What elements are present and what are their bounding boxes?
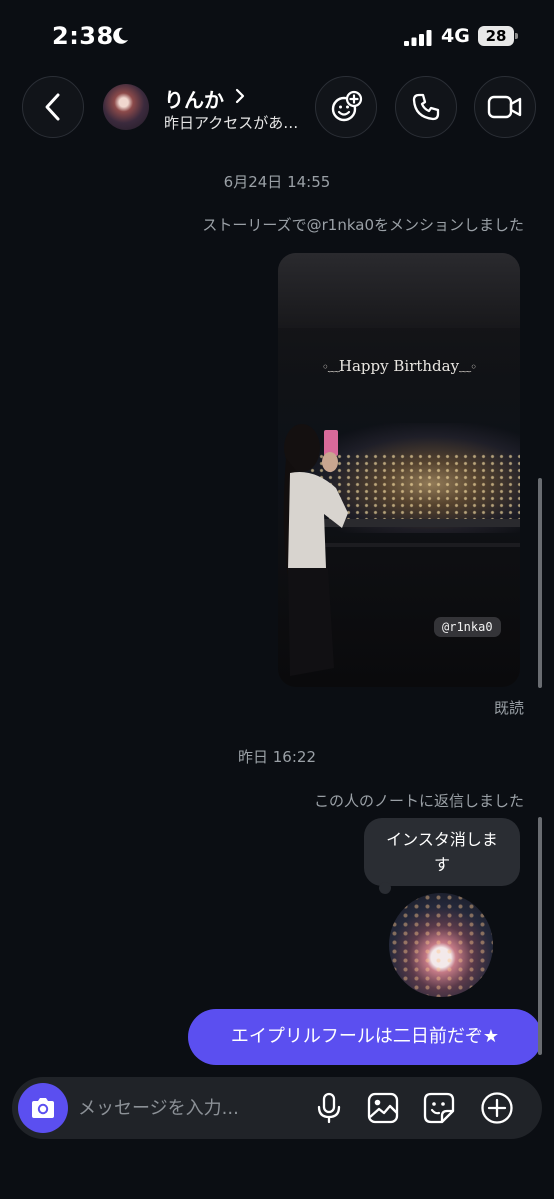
contact-activity-status: 昨日アクセスがあ… [164,114,299,132]
plus-icon [481,1092,513,1124]
chat-header: りんか 昨日アクセスがあ… [0,72,554,144]
note-avatar[interactable] [389,893,493,997]
gallery-icon [367,1092,399,1124]
gallery-button[interactable] [366,1091,400,1125]
back-button[interactable] [22,76,84,138]
story-caption: ◦﹏Happy Birthday﹏◦ [321,357,477,375]
battery-indicator: 28 [478,26,518,46]
message-input[interactable] [78,1077,298,1139]
camera-button[interactable] [18,1083,68,1133]
status-bar: 2:38 4G 28 [0,0,554,70]
date-separator-2: 昨日 16:22 [238,748,316,766]
chevron-right-icon[interactable] [234,87,246,105]
contact-avatar[interactable] [103,84,149,130]
note-bubble[interactable]: インスタ消しま す [364,818,520,886]
video-icon [487,95,522,119]
status-time: 2:38 [52,22,114,50]
mic-icon [317,1092,341,1124]
video-call-button[interactable] [474,76,536,138]
phone-icon [412,93,440,121]
signal-icon [404,30,432,46]
story-preview[interactable]: ◦﹏Happy Birthday﹏◦ @r1nka0 [278,253,520,687]
story-window-frame [278,253,520,328]
network-type: 4G [441,25,470,47]
note-text-line-1: インスタ消しま [386,830,498,849]
camera-icon [32,1098,54,1118]
moon-icon [113,27,128,44]
contact-name[interactable]: りんか [164,84,224,113]
back-icon [45,93,60,121]
voice-call-button[interactable] [395,76,457,138]
story-caption-text: Happy Birthday [338,357,460,375]
note-reply-label: この人のノートに返信しました [313,792,524,810]
sticker-button[interactable] [422,1091,456,1125]
stickers-plus-icon [331,90,363,122]
seen-receipt: 既読 [493,699,524,717]
scrollbar-upper[interactable] [538,478,542,688]
more-button[interactable] [480,1091,514,1125]
sent-message-bubble[interactable]: エイプリルフールは二日前だぞ★ [188,1009,542,1065]
note-avatar-lights [389,893,493,997]
sticker-icon [423,1092,455,1124]
story-mention-label: ストーリーズで@r1nka0をメンションしました [202,216,524,234]
scrollbar-lower[interactable] [538,817,542,1055]
person-silhouette [283,424,348,676]
message-composer [12,1077,542,1139]
note-text-line-2: す [433,855,450,874]
stickers-button[interactable] [315,76,377,138]
story-mention-tag[interactable]: @r1nka0 [434,617,501,637]
mic-button[interactable] [312,1091,346,1125]
date-separator: 6月24日 14:55 [223,173,331,191]
